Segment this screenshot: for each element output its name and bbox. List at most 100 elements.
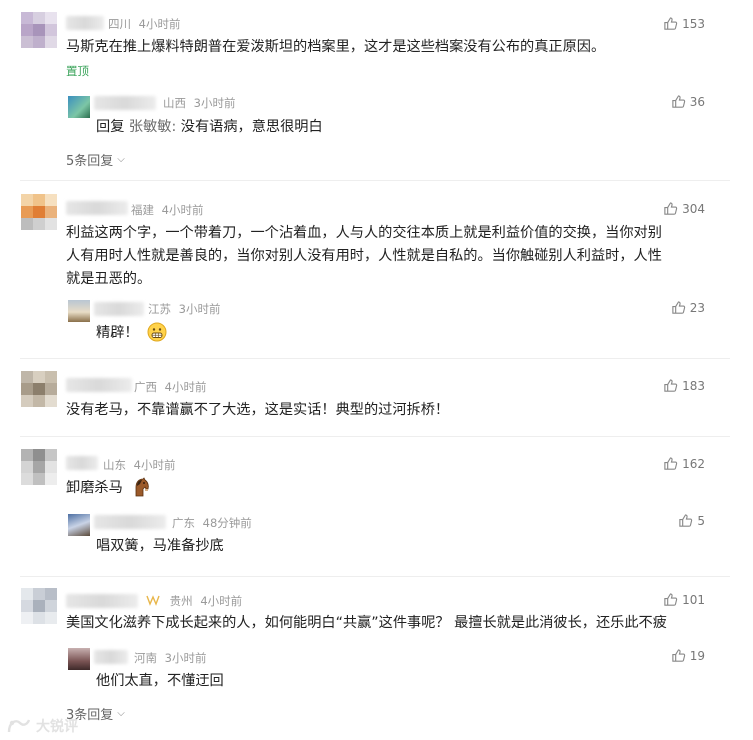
timestamp: 4小时前	[133, 458, 176, 472]
thumbs-up-icon	[664, 593, 678, 606]
like-count: 101	[682, 592, 705, 607]
like-count: 183	[682, 378, 705, 393]
thumbs-up-icon	[664, 457, 678, 470]
username[interactable]	[66, 16, 104, 30]
divider	[20, 576, 730, 577]
location: 河南	[134, 651, 157, 665]
location: 山东	[103, 458, 126, 472]
thumbs-up-icon	[664, 379, 678, 392]
location: 福建	[131, 203, 154, 217]
username[interactable]	[66, 594, 138, 608]
location: 广西	[134, 380, 157, 394]
watermark-text: 大锐评	[36, 719, 78, 735]
reply-like-button[interactable]: 36	[671, 94, 705, 109]
reply-like-button[interactable]: 19	[671, 648, 705, 663]
comment-line: 利益这两个字，一个带着刀，一个沾着血，人与人的交往本质上就是利益价值的交换，当你…	[66, 225, 662, 241]
thumbs-up-icon	[664, 202, 678, 215]
chevron-down-icon: ⌵	[117, 708, 125, 719]
location: 广东	[172, 516, 195, 530]
thumbs-up-icon	[664, 17, 678, 30]
timestamp: 4小时前	[138, 17, 181, 31]
reply-username[interactable]	[94, 302, 144, 316]
timestamp: 4小时前	[164, 380, 207, 394]
comment-meta: 四川 4小时前	[108, 16, 180, 32]
timestamp: 3小时前	[193, 96, 236, 110]
reply-text: 他们太直，不懂迂回	[96, 673, 224, 689]
avatar[interactable]	[21, 371, 57, 407]
reply-meta: 广东 48分钟前	[172, 515, 252, 531]
avatar[interactable]	[21, 588, 57, 624]
like-button[interactable]: 101	[663, 592, 705, 607]
comment-body: 卸磨杀马	[66, 480, 123, 496]
thumbs-up-icon	[672, 95, 685, 108]
thumbs-up-icon	[672, 301, 685, 314]
like-button[interactable]: 183	[663, 378, 705, 393]
like-count: 153	[682, 16, 705, 31]
like-count: 36	[689, 94, 705, 109]
vip-badge-icon	[146, 595, 160, 606]
thumbs-up-icon	[679, 514, 693, 527]
reply-avatar[interactable]	[68, 96, 90, 118]
comment-text: 马斯克在推上爆料特朗普在爱泼斯坦的档案里，这才是这些档案没有公布的真正原因。	[66, 39, 606, 55]
reply-like-button[interactable]: 5	[678, 513, 705, 528]
watermark-logo-icon	[7, 719, 31, 733]
reply-text: 回复 张敏敏: 没有语病，意思很明白	[96, 116, 323, 139]
avatar[interactable]	[21, 194, 57, 230]
horse-emoji	[135, 477, 150, 497]
timestamp: 3小时前	[178, 302, 221, 316]
timestamp: 3小时前	[164, 651, 207, 665]
username[interactable]	[66, 456, 98, 470]
like-button[interactable]: 304	[663, 201, 705, 216]
divider	[20, 358, 730, 359]
grin-emoji	[147, 322, 167, 342]
divider	[20, 436, 730, 437]
location: 四川	[108, 17, 131, 31]
reply-avatar[interactable]	[68, 648, 90, 670]
like-button[interactable]: 162	[663, 456, 705, 471]
watermark: 大锐评	[6, 716, 78, 736]
reply-to-user[interactable]: 张敏敏:	[129, 119, 176, 135]
pinned-label: 置顶	[66, 64, 89, 78]
reply-meta: 山西 3小时前	[163, 95, 235, 111]
comment-meta: 福建 4小时前	[131, 202, 203, 218]
reply-text: 唱双簧，马准备抄底	[96, 538, 224, 554]
location: 江苏	[148, 302, 171, 316]
reply-like-button[interactable]: 23	[671, 300, 705, 315]
reply-text: 精辟！	[96, 322, 167, 345]
comment-text: 美国文化滋养下成长起来的人，如何能明白“共赢”这件事呢？ 最擅长就是此消彼长，还…	[66, 615, 667, 631]
comment-line: 人有用时人性就是善良的，当你对别人没有用时，人性就是自私的。当你触碰别人利益时，…	[66, 248, 662, 264]
location: 山西	[163, 96, 186, 110]
reply-username[interactable]	[94, 515, 166, 529]
like-count: 5	[697, 513, 705, 528]
timestamp: 4小时前	[200, 594, 243, 608]
reply-prefix: 回复	[96, 119, 125, 135]
comment-text: 利益这两个字，一个带着刀，一个沾着血，人与人的交往本质上就是利益价值的交换，当你…	[66, 222, 736, 291]
comment-text: 卸磨杀马	[66, 477, 151, 500]
reply-body: 精辟！	[96, 325, 139, 341]
comment-meta: 广西 4小时前	[134, 379, 206, 395]
timestamp: 48分钟前	[202, 516, 252, 530]
divider	[20, 180, 730, 181]
avatar[interactable]	[21, 12, 57, 48]
location: 贵州	[169, 594, 193, 608]
username[interactable]	[66, 201, 128, 215]
comment-text: 没有老马，不靠谱赢不了大选，这是实话！典型的过河拆桥！	[66, 402, 450, 418]
reply-body: 没有语病，意思很明白	[180, 119, 323, 135]
like-button[interactable]: 153	[663, 16, 705, 31]
reply-username[interactable]	[94, 96, 156, 110]
chevron-down-icon: ⌵	[117, 154, 125, 165]
timestamp: 4小时前	[161, 203, 204, 217]
reply-username[interactable]	[94, 650, 128, 664]
reply-meta: 江苏 3小时前	[148, 301, 220, 317]
more-replies-button[interactable]: 5条回复 ⌵	[66, 150, 125, 169]
reply-avatar[interactable]	[68, 514, 90, 536]
avatar[interactable]	[21, 449, 57, 485]
username[interactable]	[66, 378, 132, 392]
comment-line: 就是丑恶的。	[66, 271, 152, 287]
like-count: 304	[682, 201, 705, 216]
comment-meta: 山东 4小时前	[103, 457, 175, 473]
more-replies-label: 5条回复	[66, 154, 114, 169]
reply-meta: 河南 3小时前	[134, 650, 206, 666]
like-count: 162	[682, 456, 705, 471]
reply-avatar[interactable]	[68, 300, 90, 322]
